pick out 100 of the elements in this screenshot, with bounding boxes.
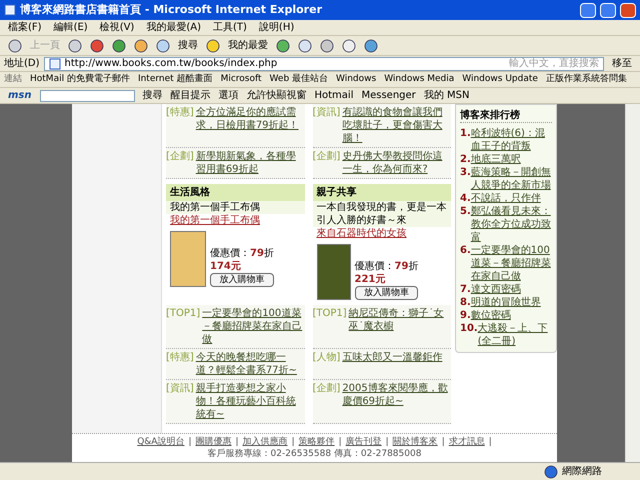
rank-number: 2. [460,153,471,166]
footer-link[interactable]: 求才訊息 [448,436,485,448]
address-field[interactable]: http://www.books.com.tw/books/index.php 輸入中文，直接搜索 [44,56,604,70]
news-item[interactable]: [資訊] 有認識的食物會讓我們吃壞肚子，更會傷害大腦！ [312,104,451,148]
news-tag: [企劃] [312,382,340,421]
card-blurb: 一本自我發現的書，更是一本引人入勝的好書～來 [312,201,451,227]
rank-number: 6. [460,244,471,258]
favorites-button[interactable]: 我的最愛 [228,38,268,53]
news-link[interactable]: 一定要學會的100道菜－餐廳招牌菜在家自己做 [202,307,304,346]
rank-number: 5. [460,205,471,219]
msn-toolbar-button[interactable]: 我的 MSN [424,88,470,103]
news-item[interactable]: [TOP1] 一定要學會的100道菜－餐廳招牌菜在家自己做 [166,305,304,349]
card-link[interactable]: 我的第一個手工布偶 [166,214,304,227]
footer-separator: | [188,436,192,448]
news-item[interactable]: [TOP1] 納尼亞傳奇：獅子˙女巫˙魔衣櫥 [312,305,451,349]
book-cover-placeholder[interactable] [170,231,206,287]
rank-number: 7. [460,283,471,296]
news-item[interactable]: [企劃] 新學期新氣象，各種學習用書69折起 [166,148,304,179]
rank-number: 1. [460,127,471,141]
msn-toolbar-button[interactable]: 搜尋 [142,88,162,103]
link-button[interactable]: Windows Media [384,72,454,86]
footer-link[interactable]: 關於博客來 [392,436,438,448]
link-button[interactable]: Windows [336,72,376,86]
ranking-link[interactable]: 明道的冒險世界 [470,296,541,309]
news-tag: [特惠] [166,106,194,145]
news-link[interactable]: 今天的晚餐想吃哪一道？輕鬆全書系77折~ [196,351,304,377]
footer-separator: | [442,436,445,448]
msn-search-field[interactable] [40,90,134,102]
ranking-link[interactable]: 一定要學會的100道菜－餐廳招牌菜在家自己做 [470,244,552,283]
news-tag: [TOP1] [312,307,347,346]
news-tag: [資訊] [312,106,340,145]
ranking-title: 博客來排行榜 [460,109,552,123]
menu-item[interactable]: 編輯(E) [54,20,88,35]
scrollbar[interactable] [625,104,640,462]
search-button[interactable]: 搜尋 [178,38,198,53]
msn-toolbar-button[interactable]: Hotmail [314,88,354,103]
footer-link[interactable]: 廣告刊登 [346,436,382,448]
news-item[interactable]: [人物] 五味太郎又一溫馨鉅作 [312,349,451,380]
news-item[interactable]: [企劃] 史丹佛大學教授問你這一生，你為何而來? [312,148,451,179]
news-link[interactable]: 親手打造夢想之家小物！各種玩藝小百科統統有~ [196,382,304,421]
news-link[interactable]: 納尼亞傳奇：獅子˙女巫˙魔衣櫥 [348,307,451,346]
msn-toolbar-button[interactable]: 選項 [218,88,238,103]
ranking-link[interactable]: 大逃殺－上、下 (全二冊) [478,322,552,348]
price: 221元 [354,273,386,286]
menu-item[interactable]: 說明(H) [258,20,294,35]
add-to-cart-button[interactable]: 放入購物車 [354,286,418,300]
ranking-link[interactable]: 哈利波特(6)：混血王子的背叛 [470,127,552,153]
news-tag: [TOP1] [166,307,200,346]
card-blurb: 我的第一個手工布偶 [166,201,304,214]
add-to-cart-button[interactable]: 放入購物車 [210,273,274,287]
window-title: 博客來網路書店書籍首頁 - Microsoft Internet Explorer [20,2,323,18]
ranking-link[interactable]: 達文西密碼 [470,283,521,296]
link-button[interactable]: Web 最佳站台 [270,72,328,86]
msn-toolbar-button[interactable]: 允許快顯視窗 [246,88,306,103]
news-item[interactable]: [企劃] 2005博客來閱學應，歡慶價69折起~ [312,380,451,424]
news-link[interactable]: 新學期新氣象，各種學習用書69折起 [196,150,304,176]
menu-item[interactable]: 工具(T) [213,20,247,35]
link-button[interactable]: HotMail 的免費電子郵件 [30,72,130,86]
menu-item[interactable]: 我的最愛(A) [146,20,201,35]
page-icon [48,58,61,70]
links-label: 連結 [4,72,22,86]
maximize-button[interactable] [600,2,616,18]
menu-item[interactable]: 檢視(V) [100,20,134,35]
link-button[interactable]: Windows Update [462,72,538,86]
link-button[interactable]: Internet 超酷畫面 [138,72,213,86]
news-item[interactable]: [特惠] 全方位滿足你的應試需求，日檢用書79折起！ [166,104,304,148]
news-item[interactable]: [特惠] 今天的晚餐想吃哪一道？輕鬆全書系77折~ [166,349,304,380]
ranking-link[interactable]: 數位密碼 [470,309,511,322]
zone-label: 網際網路 [562,465,603,479]
rank-number: 10. [460,322,478,336]
card-link[interactable]: 來自石器時代的女孩 [312,227,451,240]
footer-separator: | [386,436,389,448]
menu-item[interactable]: 檔案(F) [8,20,42,35]
news-link[interactable]: 有認識的食物會讓我們吃壞肚子，更會傷害大腦！ [342,106,451,145]
ranking-link[interactable]: 地底三萬呎 [470,153,521,166]
news-link[interactable]: 史丹佛大學教授問你這一生，你為何而來? [342,150,451,176]
price-discount: 優惠價：79折 [210,247,274,260]
news-link[interactable]: 2005博客來閱學應，歡慶價69折起~ [342,382,451,421]
footer-link[interactable]: 策略夥伴 [298,436,335,448]
news-tag: [企劃] [166,150,194,176]
ranking-link[interactable]: 藍海策略－開創無人競爭的全新市場 [470,166,552,192]
close-button[interactable] [620,2,636,18]
news-link[interactable]: 全方位滿足你的應試需求，日檢用書79折起！ [196,106,304,145]
ranking-link[interactable]: 不說話，只作伴 [470,192,541,205]
msn-toolbar-button[interactable]: Messenger [361,88,416,103]
contact-info: 客戶服務專線：02-26535588 傳真：02-27885008 [208,448,422,460]
msn-toolbar-button[interactable]: 醒目提示 [170,88,210,103]
footer-link[interactable]: 加入供應商 [242,436,288,448]
link-button[interactable]: Microsoft [220,72,262,86]
go-button[interactable]: 移至 [608,56,636,71]
footer-separator: | [292,436,295,448]
ranking-link[interactable]: 鄭弘儀看見未來：教你全方位成功致富 [470,205,552,244]
news-tag: [企劃] [312,150,340,176]
footer-link[interactable]: 團購優惠 [196,436,232,448]
news-item[interactable]: [資訊] 親手打造夢想之家小物！各種玩藝小百科統統有~ [166,380,304,424]
link-button[interactable]: 正版作業系統答問集 [546,72,627,86]
minimize-button[interactable] [580,2,596,18]
card-heading: 生活風格 [166,184,304,201]
footer-link[interactable]: Q&A說明台 [137,436,184,448]
news-link[interactable]: 五味太郎又一溫馨鉅作 [342,351,442,377]
